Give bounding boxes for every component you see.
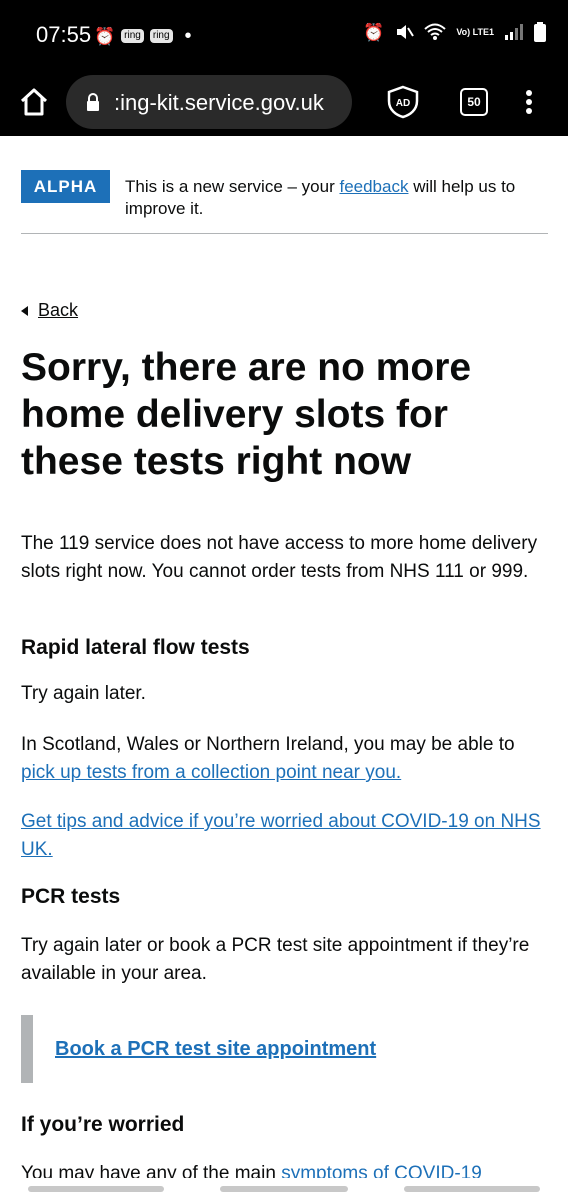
gesture-nav-bar [0,1178,568,1200]
feedback-link[interactable]: feedback [339,177,408,196]
battery-icon [534,22,546,42]
ring-notification-icon: ring [149,29,173,43]
mute-icon [397,25,415,39]
advice-paragraph: Get tips and advice if you’re worried ab… [21,808,546,864]
back-link[interactable]: Back [21,300,78,321]
address-bar[interactable]: :ing-kit.service.gov.uk [66,75,352,129]
overflow-menu-icon[interactable] [520,84,538,120]
back-arrow-icon [21,305,28,316]
devolved-paragraph: In Scotland, Wales or Northern Ireland, … [21,734,515,783]
more-notifications-icon: • [184,25,192,47]
alarm-icon: ⏰ [363,22,385,42]
nav-recents-handle[interactable] [404,1186,540,1192]
home-icon[interactable] [16,84,52,120]
book-pcr-link[interactable]: Book a PCR test site appointment [55,1035,376,1063]
phase-banner-text: This is a new service – your feedback wi… [125,177,516,218]
url-text: :ing-kit.service.gov.uk [114,90,324,115]
pcr-tests-heading: PCR tests [21,885,121,908]
browser-toolbar: :ing-kit.service.gov.uk AD 50 [0,68,568,136]
network-label: Vo) LTE1 [456,26,494,37]
lock-icon [87,93,99,111]
page-title: Sorry, there are no more home delivery s… [21,346,472,483]
alarm-icon: ⏰ [94,26,116,46]
wifi-icon [424,23,446,40]
status-time: 07:55 [36,22,92,47]
back-link-label: Back [38,300,79,320]
adblock-label: AD [396,98,410,109]
status-bar: 07:55 ⏰ ring ring • ⏰ Vo) LTE1 [0,0,568,68]
nav-back-handle[interactable] [28,1186,164,1192]
nav-home-handle[interactable] [220,1186,348,1192]
tab-count: 50 [467,95,481,109]
covid-advice-link[interactable]: Get tips and advice if you’re worried ab… [21,811,541,860]
phase-banner: ALPHA This is a new service – your feedb… [21,170,548,234]
collection-point-link[interactable]: pick up tests from a collection point ne… [21,762,401,783]
tab-switcher-button[interactable]: 50 [460,88,488,116]
phase-tag: ALPHA [21,170,110,203]
pcr-paragraph: Try again later or book a PCR test site … [21,935,530,984]
intro-paragraph: The 119 service does not have access to … [21,533,538,582]
worried-heading: If you’re worried [21,1113,185,1136]
ring-notification-icon: ring [121,29,144,43]
adblock-shield-button[interactable]: AD [386,85,420,119]
signal-icon [505,24,523,40]
pcr-inset-text: Book a PCR test site appointment [21,1015,553,1083]
rapid-try-again: Try again later. [21,683,146,704]
rapid-tests-heading: Rapid lateral flow tests [21,636,250,659]
